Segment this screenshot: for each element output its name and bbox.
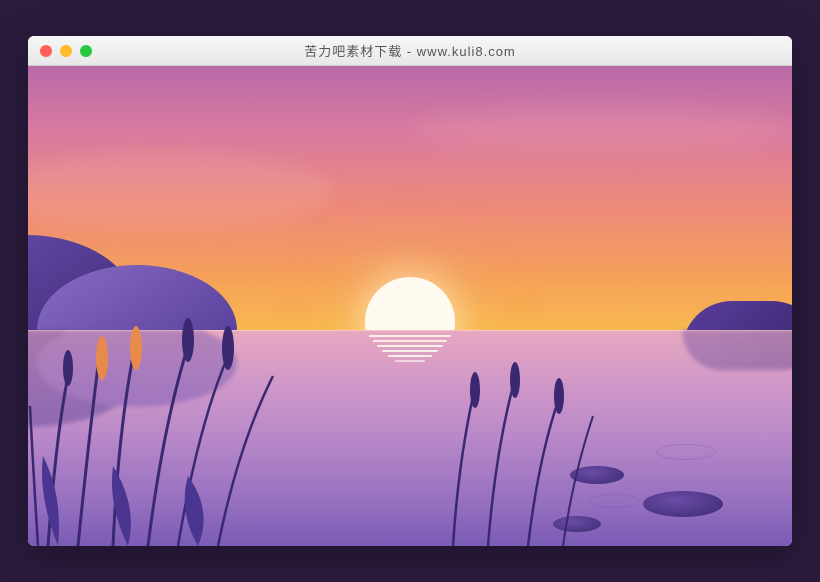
illustration-content [28, 66, 792, 546]
traffic-lights [40, 45, 92, 57]
window-title: 苦力吧素材下载 - www.kuli8.com [28, 41, 792, 60]
maximize-button[interactable] [80, 45, 92, 57]
minimize-button[interactable] [60, 45, 72, 57]
window-titlebar: 苦力吧素材下载 - www.kuli8.com [28, 36, 792, 66]
water-ripple [656, 444, 716, 460]
browser-window: 苦力吧素材下载 - www.kuli8.com [28, 36, 792, 546]
reeds-left [28, 296, 308, 546]
reeds-right [433, 346, 613, 546]
close-button[interactable] [40, 45, 52, 57]
